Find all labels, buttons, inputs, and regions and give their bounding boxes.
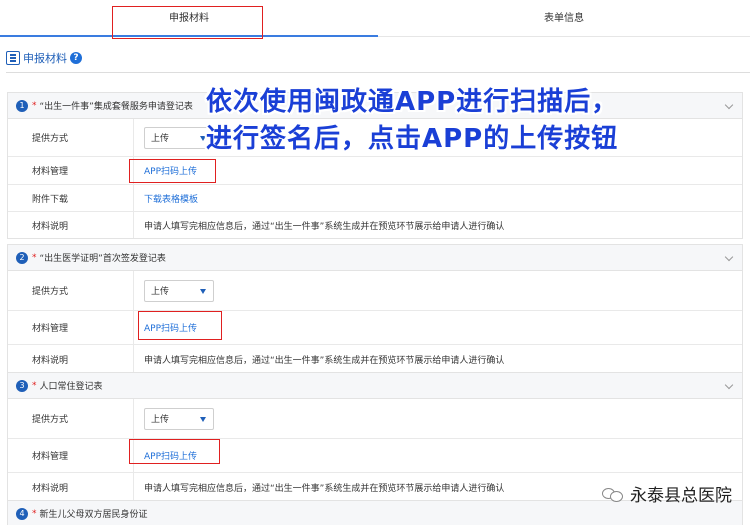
select-value: 上传	[151, 287, 170, 297]
row-label: 材料说明	[8, 345, 134, 373]
provide-method-select[interactable]: 上传	[144, 126, 214, 149]
download-template-link[interactable]: 下载表格模板	[144, 192, 198, 205]
row-label: 提供方式	[8, 271, 134, 310]
required-marker: *	[32, 508, 37, 519]
card-number-badge: 2	[16, 251, 28, 264]
row-value: APP扫码上传	[134, 439, 742, 472]
app-scan-upload-link[interactable]: APP扫码上传	[144, 321, 197, 334]
card-number-badge: 4	[16, 507, 28, 520]
provide-method-select[interactable]: 上传	[144, 407, 214, 430]
row-material-description: 材料说明 申请人填写完相应信息后，通过“出生一件事”系统生成并在预览环节展示给申…	[8, 212, 742, 238]
required-marker: *	[32, 380, 37, 391]
card-title: “出生一件事”集成套餐服务申请登记表	[39, 102, 193, 112]
section-header: 申报材料 ?	[6, 48, 82, 68]
row-label: 附件下载	[8, 185, 134, 211]
watermark-text: 永泰县总医院	[630, 486, 732, 506]
row-label: 材料管理	[8, 311, 134, 344]
required-marker: *	[32, 100, 37, 111]
card-title: 人口常住登记表	[39, 382, 103, 392]
card-header[interactable]: 2 * “出生医学证明”首次签发登记表	[8, 245, 742, 271]
wechat-channel-icon	[602, 486, 624, 502]
card-title: “出生医学证明”首次签发登记表	[39, 254, 166, 264]
instruction-overlay: 依次使用闽政通APP进行扫描后， 进行签名后，点击APP的上传按钮	[206, 84, 746, 158]
section-title: 申报材料	[23, 52, 67, 65]
row-material-manage: 材料管理 APP扫码上传	[8, 157, 742, 185]
active-tab-indicator	[0, 35, 378, 37]
row-label: 材料说明	[8, 212, 134, 238]
row-value: APP扫码上传	[134, 157, 742, 184]
material-card-2: 2 * “出生医学证明”首次签发登记表 提供方式 上传 材料管理 APP扫码上传…	[7, 244, 743, 374]
watermark: 永泰县总医院	[602, 481, 732, 506]
row-value: 申请人填写完相应信息后，通过“出生一件事”系统生成并在预览环节展示给申请人进行确…	[144, 221, 505, 232]
tab-bar: 申报材料 表单信息	[0, 0, 750, 37]
card-number-badge: 3	[16, 379, 28, 392]
select-value: 上传	[151, 415, 170, 425]
caret-down-icon	[200, 416, 206, 422]
help-icon[interactable]: ?	[70, 52, 82, 64]
caret-down-icon	[200, 288, 206, 294]
row-provide-method: 提供方式 上传	[8, 399, 742, 439]
row-material-manage: 材料管理 APP扫码上传	[8, 311, 742, 345]
row-material-description: 材料说明 申请人填写完相应信息后，通过“出生一件事”系统生成并在预览环节展示给申…	[8, 345, 742, 373]
card-header[interactable]: 3 * 人口常住登记表	[8, 373, 742, 399]
row-provide-method: 提供方式 上传	[8, 271, 742, 311]
section-divider	[6, 72, 750, 73]
row-attachment-download: 附件下载 下载表格模板	[8, 185, 742, 212]
row-value: 申请人填写完相应信息后，通过“出生一件事”系统生成并在预览环节展示给申请人进行确…	[144, 355, 505, 366]
chevron-down-icon[interactable]	[724, 380, 734, 390]
provide-method-select[interactable]: 上传	[144, 279, 214, 302]
row-material-manage: 材料管理 APP扫码上传	[8, 439, 742, 473]
app-scan-upload-link[interactable]: APP扫码上传	[144, 164, 197, 177]
row-label: 材料管理	[8, 439, 134, 472]
row-value: 上传	[134, 271, 742, 310]
instruction-line-1: 依次使用闽政通APP进行扫描后，	[206, 87, 619, 117]
document-list-icon	[6, 51, 20, 65]
app-scan-upload-link[interactable]: APP扫码上传	[144, 449, 197, 462]
tab-application-materials[interactable]: 申报材料	[0, 0, 378, 37]
row-label: 提供方式	[8, 119, 134, 156]
chevron-down-icon[interactable]	[724, 252, 734, 262]
instruction-line-2: 进行签名后，点击APP的上传按钮	[206, 124, 619, 154]
row-value: APP扫码上传	[134, 311, 742, 344]
required-marker: *	[32, 252, 37, 263]
card-number-badge: 1	[16, 99, 28, 112]
row-value: 上传	[134, 399, 742, 438]
tab-form-info[interactable]: 表单信息	[378, 0, 750, 37]
row-value: 下载表格模板	[134, 185, 742, 211]
row-label: 材料管理	[8, 157, 134, 184]
select-value: 上传	[151, 134, 170, 144]
row-label: 材料说明	[8, 473, 134, 501]
row-label: 提供方式	[8, 399, 134, 438]
card-title: 新生儿父母双方居民身份证	[39, 510, 148, 520]
